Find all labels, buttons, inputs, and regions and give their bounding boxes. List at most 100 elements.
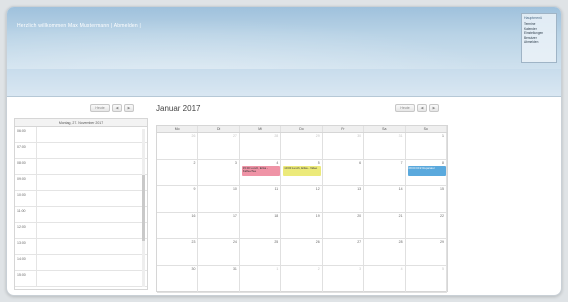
day-number: 31: [398, 134, 403, 138]
day-prev-button[interactable]: ◀: [112, 104, 122, 112]
time-slot-row[interactable]: 12:00: [15, 223, 147, 239]
weekday-label: Di: [198, 126, 240, 132]
day-cell[interactable]: 4 15:00 Lunch, Erika - Kaffee/Tee: [240, 159, 282, 186]
day-number: 30: [357, 134, 362, 138]
time-slot-row[interactable]: 07:00: [15, 143, 147, 159]
day-number: 1: [442, 134, 444, 138]
day-cell[interactable]: 28: [240, 133, 282, 159]
day-view-toolbar: Heute ◀ ▶: [90, 104, 134, 112]
day-cell[interactable]: 1: [406, 133, 447, 159]
month-title: Januar 2017: [156, 104, 201, 113]
time-slot-row[interactable]: 13:00: [15, 239, 147, 255]
time-slot-row[interactable]: 11:00: [15, 207, 147, 223]
day-number: 6: [359, 160, 362, 165]
calendar-event[interactable]: 10:00 Lunch, Erika - Video: [283, 165, 322, 176]
day-number: 29: [315, 134, 320, 138]
day-cell[interactable]: 27: [198, 133, 240, 159]
time-label: 12:00: [15, 223, 37, 238]
day-cell[interactable]: 15: [406, 186, 447, 212]
day-cell[interactable]: 20: [323, 212, 365, 239]
day-next-button[interactable]: ▶: [124, 104, 134, 112]
day-number: 14: [398, 187, 403, 192]
day-cell[interactable]: 2: [157, 159, 199, 186]
day-cell[interactable]: 29: [281, 133, 323, 159]
day-number: 26: [315, 240, 320, 245]
weekday-header: Mo Di Mi Do Fr Sa So: [157, 126, 447, 133]
header-banner: [7, 7, 561, 69]
day-cell[interactable]: 3: [323, 265, 365, 292]
day-cell[interactable]: 4: [364, 265, 406, 292]
day-cell[interactable]: 10: [198, 186, 240, 212]
day-cell[interactable]: 11: [240, 186, 282, 212]
day-today-button[interactable]: Heute: [90, 104, 110, 112]
day-number: 18: [274, 213, 279, 218]
day-cell[interactable]: 13: [323, 186, 365, 212]
day-cell[interactable]: 1: [240, 265, 282, 292]
day-cell[interactable]: 17: [198, 212, 240, 239]
time-label: 14:00: [15, 255, 37, 270]
day-cell[interactable]: 30: [157, 265, 199, 292]
day-cell[interactable]: 26: [281, 239, 323, 265]
day-cell[interactable]: 22: [406, 212, 447, 239]
day-cell[interactable]: 2: [281, 265, 323, 292]
day-cell[interactable]: 23: [157, 239, 199, 265]
day-number: 12: [315, 187, 320, 192]
day-cell[interactable]: 18: [240, 212, 282, 239]
day-cell[interactable]: 21: [364, 212, 406, 239]
day-number: 2: [193, 160, 196, 165]
weekday-label: Do: [281, 126, 323, 132]
day-number: 28: [274, 134, 279, 138]
weekday-label: Fr: [323, 126, 365, 132]
time-slot-row[interactable]: 09:00: [15, 175, 147, 191]
day-number: 16: [191, 213, 196, 218]
day-number: 8: [442, 160, 444, 165]
day-cell[interactable]: 27: [323, 239, 365, 265]
day-cell[interactable]: 3: [198, 159, 240, 186]
day-cell[interactable]: 19: [281, 212, 323, 239]
day-number: 21: [398, 213, 403, 218]
day-number: 28: [398, 240, 403, 245]
day-cell[interactable]: 5 10:00 Lunch, Erika - Video: [281, 159, 323, 186]
month-prev-button[interactable]: ◀: [417, 104, 427, 112]
weekday-label: Sa: [364, 126, 406, 132]
day-cell[interactable]: 8 08:00 KFZ Reparatur: [406, 159, 447, 186]
time-label: 09:00: [15, 175, 37, 190]
day-cell[interactable]: 12: [281, 186, 323, 212]
day-number: 30: [191, 266, 196, 271]
day-cell[interactable]: 25: [240, 239, 282, 265]
time-slot-row[interactable]: 15:00: [15, 271, 147, 287]
menu-title: Hauptmenü: [524, 16, 543, 20]
day-cell[interactable]: 30: [323, 133, 365, 159]
month-today-button[interactable]: Heute: [395, 104, 415, 112]
day-cell[interactable]: 6: [323, 159, 365, 186]
day-cell[interactable]: 16: [157, 212, 199, 239]
welcome-text[interactable]: Herzlich willkommen Max Mustermann | Abm…: [17, 23, 141, 29]
month-next-button[interactable]: ▶: [429, 104, 439, 112]
day-cell[interactable]: 28: [364, 239, 406, 265]
day-cell[interactable]: 26: [157, 133, 199, 159]
day-cell[interactable]: 29: [406, 239, 447, 265]
weekday-label: So: [406, 126, 447, 132]
day-cell[interactable]: 7: [364, 159, 406, 186]
day-cell[interactable]: 14: [364, 186, 406, 212]
time-slot-row[interactable]: 08:00: [15, 159, 147, 175]
calendar-event[interactable]: 08:00 KFZ Reparatur: [407, 165, 446, 176]
day-cell[interactable]: 31: [198, 265, 240, 292]
month-grid: Mo Di Mi Do Fr Sa So 26 27 28 29 30 31 1 2 3 4 15:00 Lun…: [156, 125, 448, 293]
day-number: 25: [274, 240, 279, 245]
day-cell[interactable]: 9: [157, 186, 199, 212]
day-cell[interactable]: 24: [198, 239, 240, 265]
day-view-date: Montag, 27. November 2017: [15, 119, 147, 127]
time-label: 13:00: [15, 239, 37, 254]
calendar-event[interactable]: 15:00 Lunch, Erika - Kaffee/Tee: [241, 165, 280, 176]
menu-item-abmelden[interactable]: Abmelden: [524, 40, 554, 45]
day-cell[interactable]: 5: [406, 265, 447, 292]
day-cell[interactable]: 31: [364, 133, 406, 159]
day-view-scroll-thumb[interactable]: [142, 175, 145, 241]
day-number: 4: [400, 266, 403, 271]
time-slot-row[interactable]: 06:00: [15, 127, 147, 143]
time-slot-row[interactable]: 14:00: [15, 255, 147, 271]
day-number: 22: [440, 213, 444, 218]
time-slot-row[interactable]: 10:00: [15, 191, 147, 207]
day-number: 27: [357, 240, 362, 245]
